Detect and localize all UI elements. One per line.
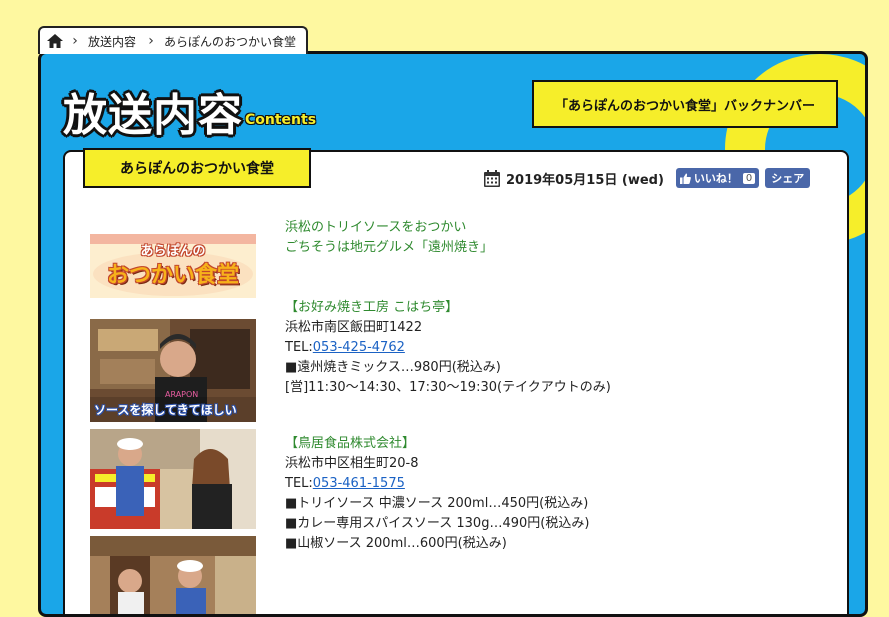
like-count: 0 [742,172,756,184]
breadcrumb-separator: › [72,33,78,49]
intro-text: 浜松のトリイソースをおつかい ごちそうは地元グルメ「遠州焼き」 [285,218,493,258]
main-panel: 放送内容 Contents 「あらぽんのおつかい食堂」バックナンバー あらぽんの… [38,51,868,617]
shop-address: 浜松市中区相生町20-8 [285,456,419,471]
breadcrumb: › 放送内容 › あらぽんのおつかい食堂 [38,26,309,54]
calendar-icon [484,169,500,187]
shop-photo-3 [90,536,256,614]
shop-item: ■山椒ソース 200ml…600円(税込み) [285,536,507,551]
home-icon [47,34,63,48]
program-logo: あらぽんの おつかい食堂 [90,234,256,298]
shop-item: ■トリイソース 中濃ソース 200ml…450円(税込み) [285,496,589,511]
post-date: 2019年05月15日 (wed) [506,172,664,188]
logo-text-main: おつかい食堂 [106,263,239,288]
thumbs-up-icon [679,173,691,184]
shop-item: ■カレー専用スパイスソース 130g…490円(税込み) [285,516,590,531]
shop-photo-2-image [90,429,256,529]
shop-photo-2 [90,429,256,529]
shop-photo-1: ARAPON ソースを探してきてほしい [90,319,256,422]
content-card: あらぽんのおつかい食堂 2019年05月15日 (wed) いいね！ 0 シェア… [63,148,849,614]
shop-tel: TEL:053-461-1575 [285,474,589,494]
intro-line-2: ごちそうは地元グルメ「遠州焼き」 [285,240,494,255]
facebook-share-button[interactable]: シェア [765,168,811,188]
caption-overlay: ソースを探してきてほしい [94,403,237,417]
shop-name: 【お好み焼き工房 こはち亭】 [285,300,459,315]
shop-tel: TEL:053-425-4762 [285,338,611,358]
shop-hours: [営]11:30～14:30、17:30～19:30(テイクアウトのみ) [285,380,611,395]
facebook-like-button[interactable]: いいね！ 0 [675,168,760,188]
shop-name: 【鳥居食品株式会社】 [285,436,416,451]
breadcrumb-item-broadcast[interactable]: 放送内容 [80,28,146,54]
tel-label: TEL: [285,476,313,491]
post-meta: 2019年05月15日 (wed) いいね！ 0 シェア [484,168,811,188]
breadcrumb-separator: › [148,33,154,49]
tel-label: TEL: [285,340,313,355]
page-title: 放送内容 [63,90,243,141]
backnumber-button[interactable]: 「あらぽんのおつかい食堂」バックナンバー [532,80,838,128]
shop-photo-3-image [90,536,256,614]
shop-info-2: 【鳥居食品株式会社】 浜松市中区相生町20-8 TEL:053-461-1575… [285,434,589,554]
like-label: いいね！ [693,172,738,185]
tel-link[interactable]: 053-425-4762 [313,340,405,355]
shop-address: 浜松市南区飯田町1422 [285,320,423,335]
shop-info-1: 【お好み焼き工房 こはち亭】 浜松市南区飯田町1422 TEL:053-425-… [285,298,611,398]
intro-line-1: 浜松のトリイソースをおつかい [285,220,467,235]
page-subtitle: Contents [245,112,317,128]
home-link[interactable] [40,28,70,54]
tel-link[interactable]: 053-461-1575 [313,476,405,491]
section-title: あらぽんのおつかい食堂 [83,148,311,188]
breadcrumb-item-current: あらぽんのおつかい食堂 [164,34,297,49]
shop-item: ■遠州焼きミックス…980円(税込み) [285,360,501,375]
